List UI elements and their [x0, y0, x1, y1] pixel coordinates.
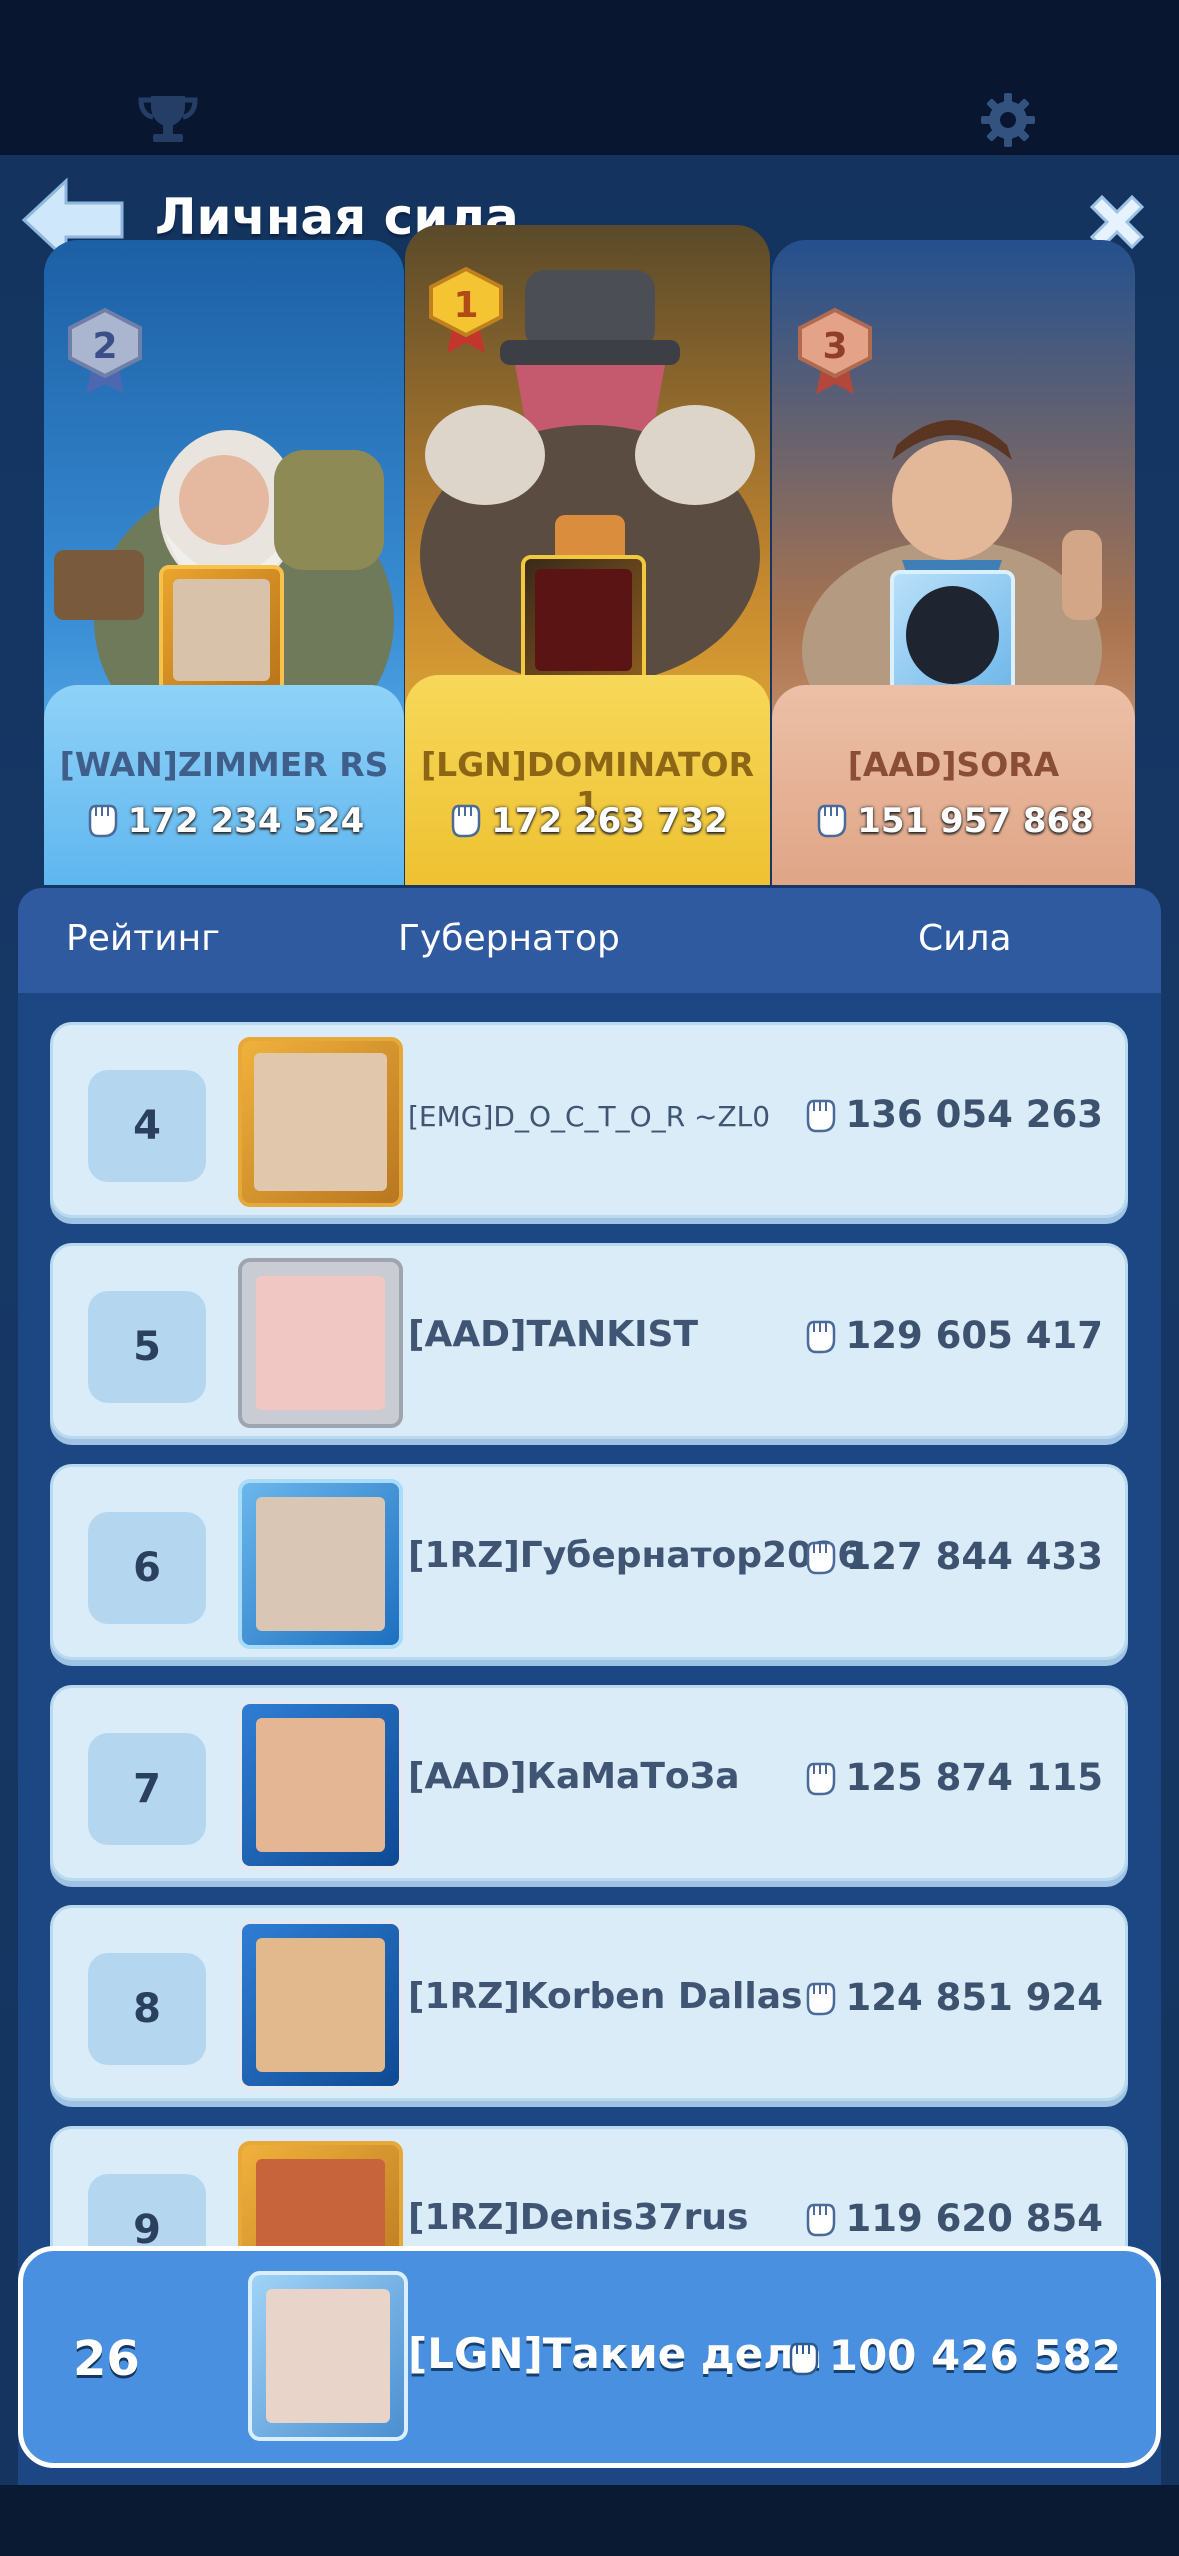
row-player-name: [AAD]TANKIST: [408, 1314, 699, 1355]
podium-player-power: 151 957 868: [772, 800, 1135, 841]
fist-icon: [802, 1316, 838, 1354]
row-rank: 4: [88, 1070, 206, 1182]
row-player-name: [1RZ]Губернатор2026: [408, 1535, 863, 1576]
fist-icon: [785, 2337, 821, 2376]
row-rank: 8: [88, 1953, 206, 2065]
avatar[interactable]: [248, 2271, 408, 2441]
medal-second-number: 2: [92, 326, 117, 367]
table-row[interactable]: 6 [1RZ]Губернатор2026 127 844 433: [50, 1464, 1128, 1660]
fist-icon: [813, 800, 849, 838]
podium-second[interactable]: 2 [WAN]ZIMMER RS 172 234 524: [44, 240, 404, 885]
row-power-value: 136 054 263: [845, 1093, 1103, 1136]
row-power-value: 124 851 924: [845, 1976, 1103, 2019]
row-power: 136 054 263: [802, 1093, 1103, 1136]
row-rank: 5: [88, 1291, 206, 1403]
bottom-bar: [0, 2485, 1179, 2556]
podium-player-power: 172 263 732: [405, 800, 770, 841]
avatar[interactable]: [238, 1920, 403, 2090]
podium-card: [44, 685, 404, 885]
avatar[interactable]: [238, 1479, 403, 1649]
table-row[interactable]: 4 [EMG]D_O_C_T_O_R ~ZL0 136 054 263: [50, 1022, 1128, 1218]
avatar-second[interactable]: [159, 565, 284, 695]
table-row[interactable]: 8 [1RZ]Korben Dallas 124 851 924: [50, 1905, 1128, 2101]
row-power: 125 874 115: [802, 1756, 1103, 1799]
podium-power-value: 172 263 732: [491, 801, 728, 841]
fist-icon: [802, 1978, 838, 2016]
row-power-value: 127 844 433: [845, 1535, 1103, 1578]
row-rank: 7: [88, 1733, 206, 1845]
podium-player-name: [WAN]ZIMMER RS: [59, 745, 389, 784]
row-power-value: 119 620 854: [845, 2197, 1103, 2240]
row-power: 129 605 417: [802, 1314, 1103, 1357]
fist-icon: [802, 1537, 838, 1575]
podium-first[interactable]: 1 [LGN]DOMINATOR 1 172 263 732: [405, 225, 770, 885]
fist-icon: [802, 1758, 838, 1796]
header-power: Сила: [918, 918, 1012, 959]
row-power-value: 129 605 417: [845, 1314, 1103, 1357]
podium-third[interactable]: 3 [AAD]SORA 151 957 868: [772, 240, 1135, 885]
row-power-value: 125 874 115: [845, 1756, 1103, 1799]
current-player-power: 100 426 582: [785, 2331, 1121, 2380]
medal-third-number: 3: [822, 326, 847, 367]
fist-icon: [802, 1095, 838, 1133]
podium-power-value: 172 234 524: [127, 801, 365, 841]
podium-power-value: 151 957 868: [857, 801, 1094, 841]
app-screen: Личная сила 2 [WAN]ZIMMER RS 172 234 524…: [0, 0, 1179, 2556]
trophy-icon[interactable]: [133, 85, 203, 155]
podium-player-power: 172 234 524: [44, 800, 404, 841]
avatar-third[interactable]: [890, 570, 1015, 700]
medal-second-icon: 2: [62, 306, 148, 396]
header-governor: Губернатор: [398, 918, 620, 959]
podium-card: [772, 685, 1135, 885]
medal-third-icon: 3: [792, 306, 878, 396]
row-rank: 6: [88, 1512, 206, 1624]
avatar[interactable]: [238, 1037, 403, 1207]
row-player-name: [EMG]D_O_C_T_O_R ~ZL0: [408, 1100, 771, 1133]
avatar[interactable]: [238, 1700, 403, 1870]
gear-icon[interactable]: [973, 85, 1043, 155]
row-player-name: [AAD]КаМаТоЗа: [408, 1756, 740, 1797]
fist-icon: [802, 2199, 838, 2237]
row-player-name: [1RZ]Korben Dallas: [408, 1976, 803, 2017]
fist-icon: [84, 800, 120, 838]
table-header: Рейтинг Губернатор Сила: [18, 888, 1161, 993]
current-player-name: [LGN]Такие дела: [408, 2329, 823, 2378]
current-player-power-value: 100 426 582: [828, 2331, 1121, 2380]
avatar-first[interactable]: [521, 555, 646, 685]
podium-player-name: [AAD]SORA: [847, 745, 1060, 784]
row-power: 124 851 924: [802, 1976, 1103, 2019]
fist-icon: [447, 800, 483, 838]
avatar[interactable]: [238, 1258, 403, 1428]
row-power: 119 620 854: [802, 2197, 1103, 2240]
table-row[interactable]: 7 [AAD]КаМаТоЗа 125 874 115: [50, 1685, 1128, 1881]
row-power: 127 844 433: [802, 1535, 1103, 1578]
header-rank: Рейтинг: [66, 918, 221, 959]
row-player-name: [1RZ]Denis37rus: [408, 2197, 749, 2238]
table-row[interactable]: 5 [AAD]TANKIST 129 605 417: [50, 1243, 1128, 1439]
top-bar: [0, 0, 1179, 155]
current-player-rank: 26: [73, 2331, 140, 2387]
current-player-row[interactable]: 26 [LGN]Такие дела 100 426 582: [18, 2246, 1161, 2468]
